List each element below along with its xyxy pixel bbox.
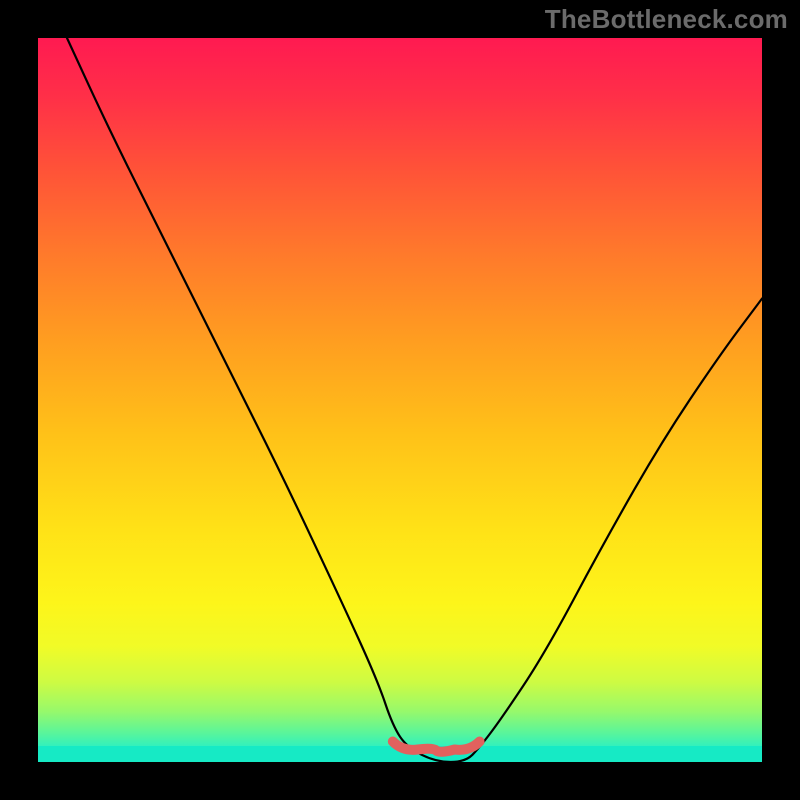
watermark-text: TheBottleneck.com xyxy=(545,4,788,35)
curve-svg xyxy=(38,38,762,762)
plot-area xyxy=(38,38,762,762)
chart-frame: TheBottleneck.com xyxy=(0,0,800,800)
bottleneck-curve-path xyxy=(67,38,762,762)
